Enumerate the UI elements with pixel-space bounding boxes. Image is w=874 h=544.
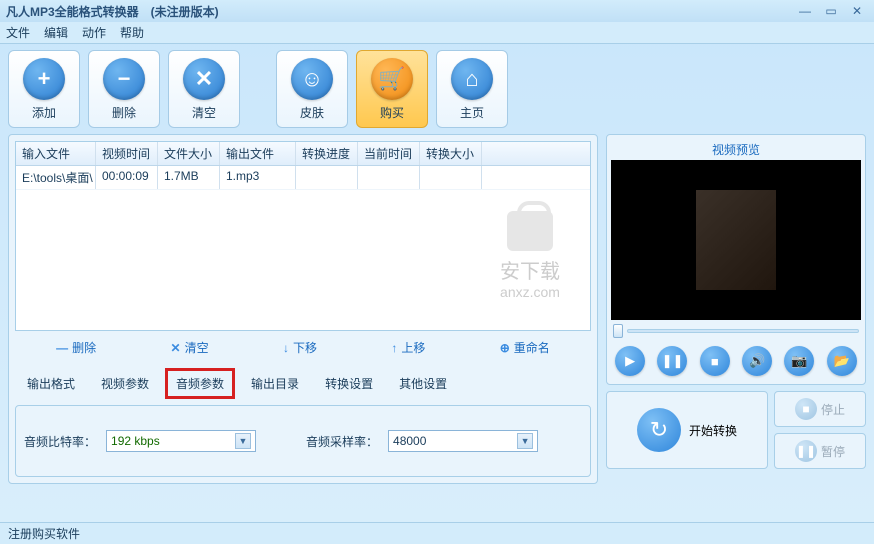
th-csize[interactable]: 转换大小 bbox=[420, 142, 482, 165]
menu-action[interactable]: 动作 bbox=[82, 24, 106, 41]
samplerate-label: 音频采样率： bbox=[306, 433, 378, 450]
toolbar: + 添加 − 删除 ✕ 清空 ☺ 皮肤 🛒 购买 ⌂ 主页 bbox=[8, 50, 866, 128]
start-convert-button[interactable]: ↻ 开始转换 bbox=[606, 391, 768, 469]
home-button[interactable]: ⌂ 主页 bbox=[436, 50, 508, 128]
plus-icon: + bbox=[23, 58, 65, 100]
buy-button[interactable]: 🛒 购买 bbox=[356, 50, 428, 128]
titlebar: 凡人MP3全能格式转换器 (未注册版本) — ▭ ✕ bbox=[0, 0, 874, 22]
th-output[interactable]: 输出文件 bbox=[220, 142, 296, 165]
cell-vtime: 00:00:09 bbox=[96, 166, 158, 189]
window-title: 凡人MP3全能格式转换器 (未注册版本) bbox=[6, 3, 790, 20]
arrow-up-icon: ↑ bbox=[391, 341, 397, 355]
delete-button[interactable]: − 删除 bbox=[88, 50, 160, 128]
convert-icon: ↻ bbox=[637, 408, 681, 452]
stop-icon: ■ bbox=[795, 398, 817, 420]
params-panel: 音频比特率： 192 kbps ▼ 音频采样率： 48000 ▼ bbox=[15, 405, 591, 477]
maximize-button[interactable]: ▭ bbox=[820, 3, 842, 19]
tab-other-settings[interactable]: 其他设置 bbox=[389, 369, 457, 398]
stop-button[interactable]: ■ bbox=[700, 346, 730, 376]
smile-icon: ☺ bbox=[291, 58, 333, 100]
cell-csize bbox=[420, 166, 482, 189]
x-icon: ✕ bbox=[171, 341, 181, 355]
tab-video-params[interactable]: 视频参数 bbox=[91, 369, 159, 398]
tabs: 输出格式 视频参数 音频参数 输出目录 转换设置 其他设置 bbox=[15, 364, 591, 403]
video-thumbnail bbox=[696, 190, 776, 290]
cell-output: 1.mp3 bbox=[220, 166, 296, 189]
table-header: 输入文件 视频时间 文件大小 输出文件 转换进度 当前时间 转换大小 bbox=[16, 142, 590, 166]
menu-edit[interactable]: 编辑 bbox=[44, 24, 68, 41]
th-ctime[interactable]: 当前时间 bbox=[358, 142, 420, 165]
tab-convert-settings[interactable]: 转换设置 bbox=[315, 369, 383, 398]
list-rename[interactable]: ⊕重命名 bbox=[500, 339, 550, 356]
th-vtime[interactable]: 视频时间 bbox=[96, 142, 158, 165]
th-input[interactable]: 输入文件 bbox=[16, 142, 96, 165]
list-up[interactable]: ↑上移 bbox=[391, 339, 425, 356]
pause-button[interactable]: ❚❚ bbox=[657, 346, 687, 376]
tab-output-dir[interactable]: 输出目录 bbox=[241, 369, 309, 398]
rename-icon: ⊕ bbox=[500, 341, 510, 355]
left-panel: 输入文件 视频时间 文件大小 输出文件 转换进度 当前时间 转换大小 E:\to… bbox=[8, 134, 598, 484]
menu-file[interactable]: 文件 bbox=[6, 24, 30, 41]
th-progress[interactable]: 转换进度 bbox=[296, 142, 358, 165]
table-body: E:\tools\桌面\ 00:00:09 1.7MB 1.mp3 bbox=[16, 166, 590, 190]
media-controls: ▶ ❚❚ ■ 🔊 📷 📂 bbox=[611, 342, 861, 380]
seek-bar[interactable] bbox=[611, 320, 861, 342]
cell-input: E:\tools\桌面\ bbox=[16, 166, 96, 189]
open-button[interactable]: 📂 bbox=[827, 346, 857, 376]
clear-button[interactable]: ✕ 清空 bbox=[168, 50, 240, 128]
pause-icon: ❚❚ bbox=[795, 440, 817, 462]
x-icon: ✕ bbox=[183, 58, 225, 100]
register-link[interactable]: 注册购买软件 bbox=[8, 525, 80, 542]
start-label: 开始转换 bbox=[689, 422, 737, 439]
arrow-down-icon: ↓ bbox=[283, 341, 289, 355]
watermark: 安下载 anxz.com bbox=[500, 211, 560, 300]
tab-output-format[interactable]: 输出格式 bbox=[17, 369, 85, 398]
pause-convert-button[interactable]: ❚❚ 暂停 bbox=[774, 433, 866, 469]
samplerate-value: 48000 bbox=[393, 434, 517, 448]
seek-track[interactable] bbox=[627, 329, 859, 333]
right-panel: 视频预览 ▶ ❚❚ ■ 🔊 📷 📂 bbox=[606, 134, 866, 484]
th-fsize[interactable]: 文件大小 bbox=[158, 142, 220, 165]
menu-help[interactable]: 帮助 bbox=[120, 24, 144, 41]
minus-icon: — bbox=[56, 341, 68, 355]
cell-progress bbox=[296, 166, 358, 189]
video-preview[interactable] bbox=[611, 160, 861, 320]
add-button[interactable]: + 添加 bbox=[8, 50, 80, 128]
skin-button[interactable]: ☺ 皮肤 bbox=[276, 50, 348, 128]
menubar: 文件 编辑 动作 帮助 bbox=[0, 22, 874, 44]
stop-convert-button[interactable]: ■ 停止 bbox=[774, 391, 866, 427]
play-button[interactable]: ▶ bbox=[615, 346, 645, 376]
list-down[interactable]: ↓下移 bbox=[283, 339, 317, 356]
cart-icon: 🛒 bbox=[371, 58, 413, 100]
preview-title: 视频预览 bbox=[611, 139, 861, 160]
chevron-down-icon: ▼ bbox=[235, 433, 251, 449]
file-table[interactable]: 输入文件 视频时间 文件大小 输出文件 转换进度 当前时间 转换大小 E:\to… bbox=[15, 141, 591, 331]
bitrate-label: 音频比特率： bbox=[24, 433, 96, 450]
seek-knob[interactable] bbox=[613, 324, 623, 338]
preview-box: 视频预览 ▶ ❚❚ ■ 🔊 📷 📂 bbox=[606, 134, 866, 385]
cell-ctime bbox=[358, 166, 420, 189]
statusbar: 注册购买软件 bbox=[0, 522, 874, 544]
home-icon: ⌂ bbox=[451, 58, 493, 100]
cell-fsize: 1.7MB bbox=[158, 166, 220, 189]
minus-icon: − bbox=[103, 58, 145, 100]
list-clear[interactable]: ✕清空 bbox=[171, 339, 209, 356]
samplerate-select[interactable]: 48000 ▼ bbox=[388, 430, 538, 452]
bag-icon bbox=[507, 211, 553, 251]
tab-audio-params[interactable]: 音频参数 bbox=[165, 368, 235, 399]
minimize-button[interactable]: — bbox=[794, 3, 816, 19]
volume-button[interactable]: 🔊 bbox=[742, 346, 772, 376]
list-actions: —删除 ✕清空 ↓下移 ↑上移 ⊕重命名 bbox=[15, 331, 591, 364]
snapshot-button[interactable]: 📷 bbox=[784, 346, 814, 376]
bitrate-select[interactable]: 192 kbps ▼ bbox=[106, 430, 256, 452]
list-delete[interactable]: —删除 bbox=[56, 339, 96, 356]
close-button[interactable]: ✕ bbox=[846, 3, 868, 19]
chevron-down-icon: ▼ bbox=[517, 433, 533, 449]
bitrate-value: 192 kbps bbox=[111, 434, 235, 448]
table-row[interactable]: E:\tools\桌面\ 00:00:09 1.7MB 1.mp3 bbox=[16, 166, 590, 190]
